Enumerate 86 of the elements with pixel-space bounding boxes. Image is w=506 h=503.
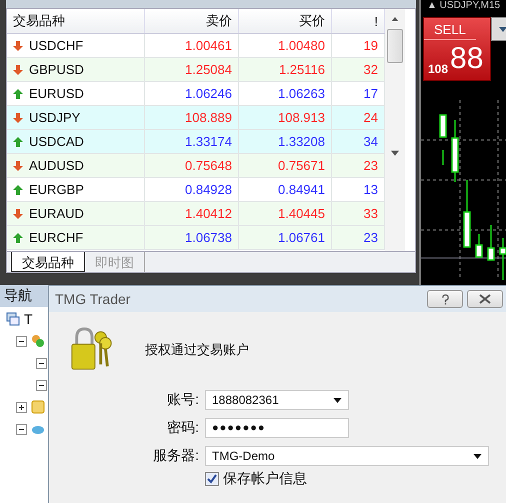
symbol-cell: EURAUD [7, 202, 145, 225]
dropdown-caret-icon [473, 454, 482, 458]
collapse-icon[interactable] [16, 336, 27, 346]
password-field[interactable]: ●●●●●●● [205, 418, 349, 438]
bid-cell: 1.06246 [145, 82, 239, 105]
ask-cell: 1.25116 [239, 58, 332, 81]
ask-cell: 108.913 [239, 106, 332, 129]
symbol-cell: EURGBP [7, 178, 145, 201]
symbol-cell: EURUSD [7, 82, 145, 105]
close-button[interactable] [467, 290, 503, 308]
indicator-icon [31, 400, 45, 414]
ask-cell: 1.00480 [239, 34, 332, 57]
scroll-thumb[interactable] [387, 29, 403, 63]
ask-cell: 1.40445 [239, 202, 332, 225]
candlestick [463, 180, 471, 248]
checkbox[interactable] [205, 472, 219, 486]
quote-row[interactable]: EURAUD 1.40412 1.40445 33 [7, 202, 385, 226]
collapse-icon[interactable] [36, 380, 47, 390]
candlestick [487, 225, 495, 261]
collapse-icon[interactable] [16, 424, 27, 434]
quote-row[interactable]: USDCHF 1.00461 1.00480 19 [7, 34, 385, 58]
down-arrow-icon [13, 208, 23, 218]
quote-row[interactable]: GBPUSD 1.25084 1.25116 32 [7, 58, 385, 82]
up-arrow-icon [13, 136, 23, 146]
candlestick [475, 234, 483, 258]
tab[interactable]: 交易品种 [11, 252, 85, 272]
bid-cell: 1.06738 [145, 226, 239, 249]
down-arrow-icon [13, 112, 23, 122]
column-header[interactable]: 卖价 [145, 9, 239, 33]
ask-cell: 1.06761 [239, 226, 332, 249]
dropdown-caret-icon [333, 398, 342, 402]
bid-cell: 1.25084 [145, 58, 239, 81]
dialog-message: 授权通过交易账户 [145, 341, 249, 359]
candlestick [451, 120, 459, 182]
terminal-icon [6, 312, 20, 326]
ask-cell: 0.84941 [239, 178, 332, 201]
bid-cell: 0.75648 [145, 154, 239, 177]
caret-icon [499, 26, 506, 32]
accounts-icon [31, 334, 45, 348]
column-header[interactable]: 交易品种 [7, 9, 145, 33]
quote-row[interactable]: USDJPY 108.889 108.913 24 [7, 106, 385, 130]
symbol-cell: USDCHF [7, 34, 145, 57]
expand-icon[interactable] [16, 402, 27, 412]
scrollbar[interactable] [385, 9, 405, 251]
up-arrow-icon [13, 88, 23, 98]
quote-row[interactable]: EURUSD 1.06246 1.06263 17 [7, 82, 385, 106]
bid-cell: 0.84928 [145, 178, 239, 201]
field-label: 服务器: [152, 447, 200, 465]
help-icon [440, 294, 450, 304]
bid-cell: 1.33174 [145, 130, 239, 153]
field-label: 账号: [166, 391, 200, 409]
ask-cell: 0.75671 [239, 154, 332, 177]
up-arrow-icon [13, 232, 23, 242]
chart-title: ▲ USDJPY,M15 [426, 0, 502, 11]
down-arrow-icon [13, 160, 23, 170]
field-label: 密码: [166, 419, 200, 437]
sell-label: SELL [424, 18, 476, 40]
bid-cell: 108.889 [145, 106, 239, 129]
quote-row[interactable]: AUDUSD 0.75648 0.75671 23 [7, 154, 385, 178]
symbol-cell: USDCAD [7, 130, 145, 153]
symbol-cell: USDJPY [7, 106, 145, 129]
tree-item[interactable]: T [24, 311, 33, 327]
symbol-cell: EURCHF [7, 226, 145, 249]
quote-row[interactable]: EURCHF 1.06738 1.06761 23 [7, 226, 385, 250]
combo-field[interactable]: 1888082361 [205, 390, 349, 410]
bid-cell: 1.40412 [145, 202, 239, 225]
up-arrow-icon [13, 184, 23, 194]
candlestick [439, 114, 447, 165]
symbol-cell: GBPUSD [7, 58, 145, 81]
ask-cell: 1.06263 [239, 82, 332, 105]
dialog-title: TMG Trader [55, 291, 130, 307]
help-button[interactable] [427, 290, 463, 308]
close-icon [479, 294, 491, 304]
checkbox-label[interactable]: 保存帐户信息 [223, 470, 307, 488]
quote-row[interactable]: EURGBP 0.84928 0.84941 13 [7, 178, 385, 202]
scroll-up-icon[interactable] [391, 17, 399, 22]
ask-cell: 1.33208 [239, 130, 332, 153]
down-arrow-icon [13, 40, 23, 50]
down-arrow-icon [13, 64, 23, 74]
combo-field[interactable]: TMG-Demo [205, 446, 489, 466]
quote-row[interactable]: USDCAD 1.33174 1.33208 34 [7, 130, 385, 154]
symbol-cell: AUDUSD [7, 154, 145, 177]
collapse-icon[interactable] [36, 358, 47, 368]
candlestick [499, 238, 506, 280]
column-header[interactable]: 买价 [239, 9, 332, 33]
bid-cell: 1.00461 [145, 34, 239, 57]
